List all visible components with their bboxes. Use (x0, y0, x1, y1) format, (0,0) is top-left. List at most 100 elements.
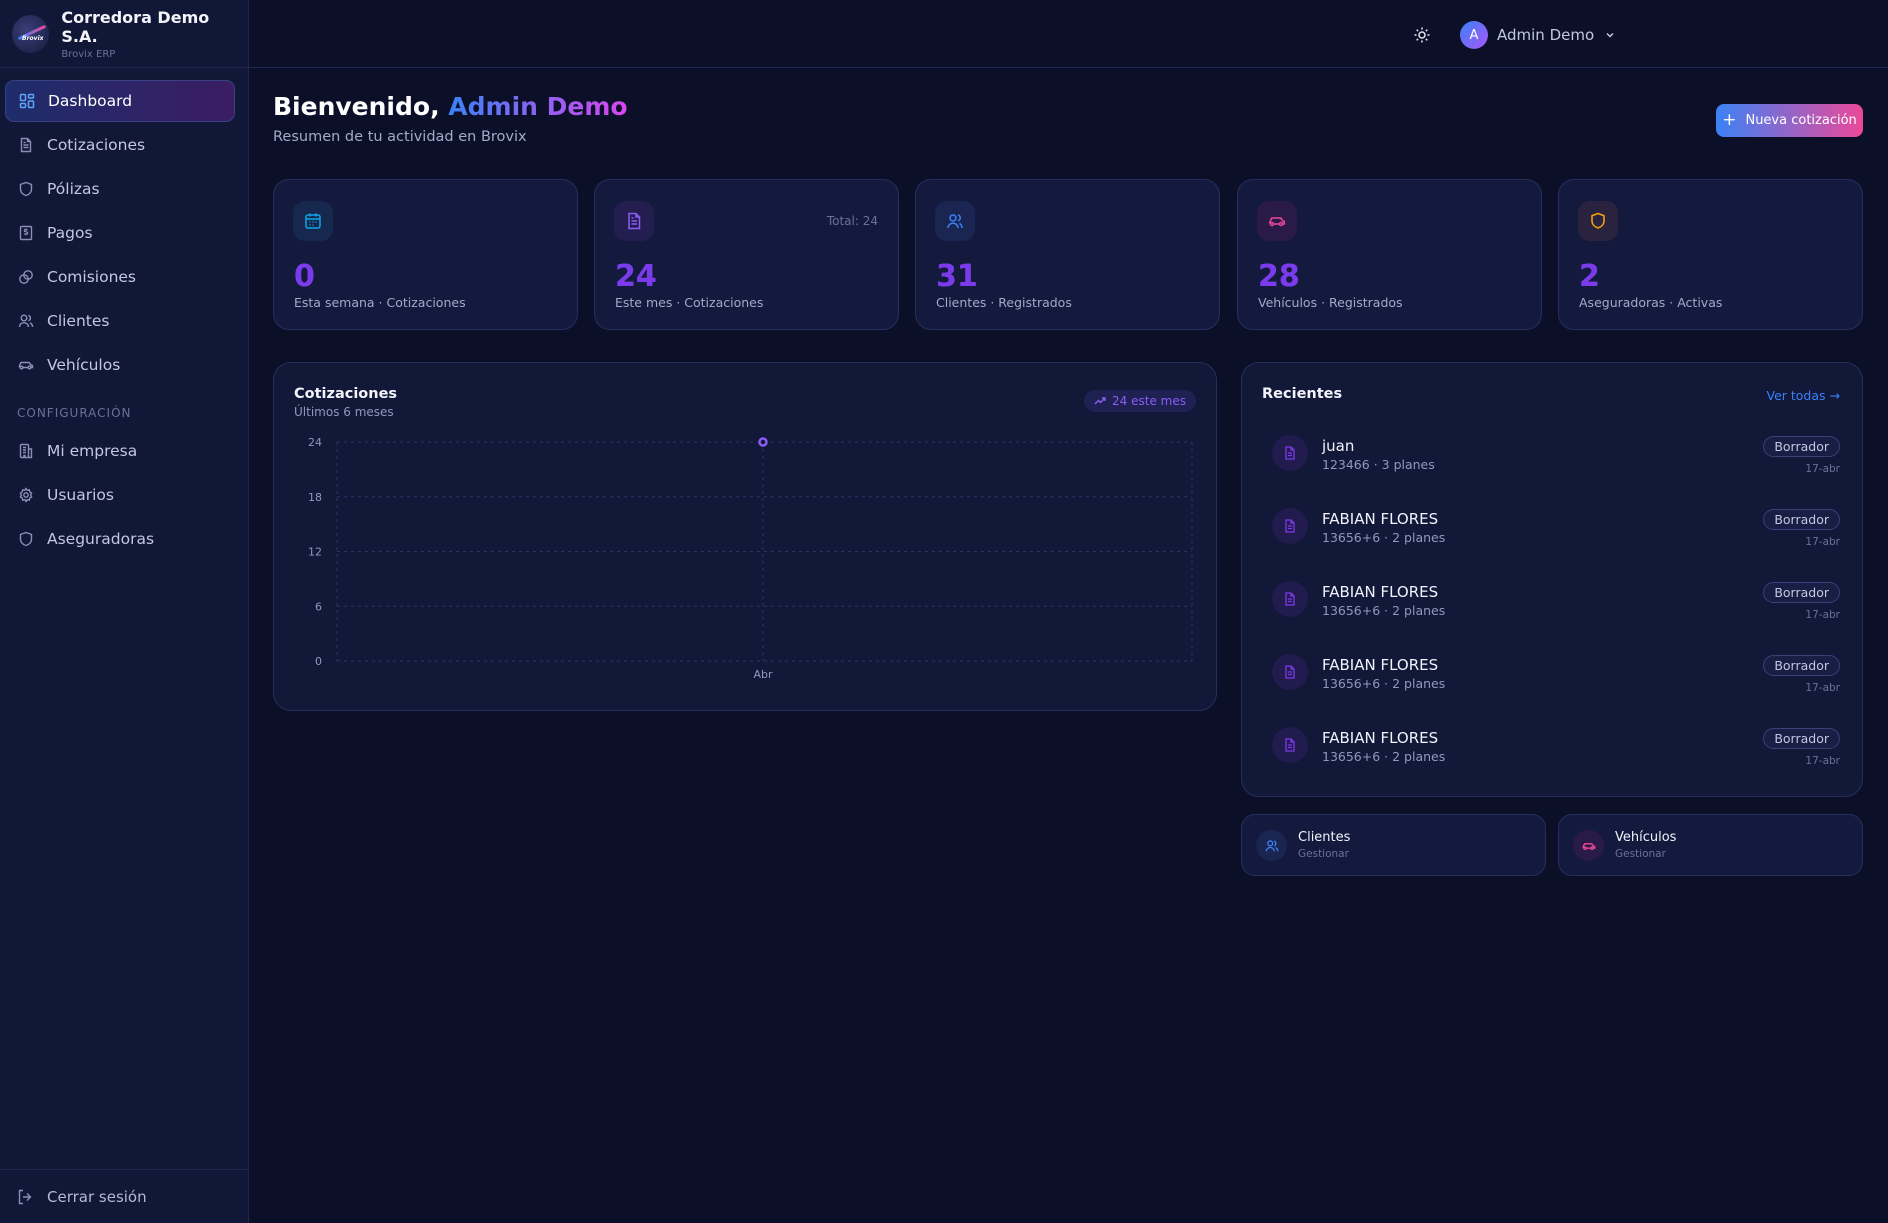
shield-icon (17, 180, 35, 198)
trend-badge: 24 este mes (1084, 390, 1196, 412)
building-icon (17, 442, 35, 460)
sidebar-item-label: Comisiones (47, 268, 137, 286)
users-icon (17, 312, 35, 330)
stat-value: 28 (1258, 259, 1300, 294)
sidebar-item-pagos[interactable]: Pagos (5, 212, 235, 254)
recent-date: 17-abr (1805, 463, 1840, 475)
brand[interactable]: Brovix Corredora Demo S.A. Brovix ERP (0, 0, 248, 68)
recent-name: FABIAN FLORES (1322, 583, 1439, 601)
new-quote-label: Nueva cotización (1745, 113, 1857, 128)
quick-link-clientes[interactable]: Clientes Gestionar (1241, 814, 1546, 876)
sidebar-item-dashboard[interactable]: Dashboard (5, 80, 235, 122)
y-tick-label: 12 (308, 546, 322, 559)
shield-icon (17, 530, 35, 548)
data-point (758, 437, 768, 447)
recent-meta: 13656+6 · 2 planes (1322, 530, 1446, 545)
logout-label: Cerrar sesión (47, 1187, 147, 1206)
theme-toggle-sun-icon[interactable] (1413, 26, 1431, 44)
sidebar-item-label: Mi empresa (47, 442, 138, 460)
car-icon (17, 356, 35, 374)
sidebar-item-aseguradoras[interactable]: Aseguradoras (5, 518, 235, 560)
status-badge: Borrador (1763, 582, 1840, 603)
avatar: A (1460, 21, 1488, 49)
document-icon (1272, 654, 1308, 690)
stat-label: Aseguradoras · Activas (1579, 295, 1723, 310)
x-tick-label: Abr (753, 668, 773, 681)
stat-label: Esta semana · Cotizaciones (294, 295, 466, 310)
list-item[interactable]: FABIAN FLORES 13656+6 · 2 planes Borrado… (1272, 725, 1840, 785)
sidebar-section-config: CONFIGURACIÓN (17, 406, 132, 420)
greeting-user: Admin Demo (448, 92, 628, 121)
quick-link-vehiculos[interactable]: Vehículos Gestionar (1558, 814, 1863, 876)
car-icon (1257, 201, 1297, 241)
quick-link-title: Vehículos (1615, 830, 1677, 845)
recent-date: 17-abr (1805, 755, 1840, 767)
chart-subtitle: Últimos 6 meses (294, 405, 394, 419)
users-icon (1256, 830, 1287, 861)
sidebar-item-cotizaciones[interactable]: Cotizaciones (5, 124, 235, 166)
stat-value: 24 (615, 259, 657, 294)
list-item[interactable]: FABIAN FLORES 13656+6 · 2 planes Borrado… (1272, 579, 1840, 639)
sidebar-item-mi-empresa[interactable]: Mi empresa (5, 430, 235, 472)
stat-card-month[interactable]: Total: 24 24 Este mes · Cotizaciones (594, 179, 899, 330)
sidebar-item-label: Pólizas (47, 180, 100, 198)
recent-meta: 123466 · 3 planes (1322, 457, 1435, 472)
calendar-icon (293, 201, 333, 241)
list-item[interactable]: FABIAN FLORES 13656+6 · 2 planes Borrado… (1272, 506, 1840, 566)
brand-logo: Brovix (12, 14, 50, 53)
sidebar-item-clientes[interactable]: Clientes (5, 300, 235, 342)
chevron-down-icon (1604, 29, 1616, 41)
quotes-chart-panel: Cotizaciones Últimos 6 meses 24 este mes… (273, 362, 1217, 711)
y-tick-label: 0 (315, 655, 322, 668)
car-icon (1573, 830, 1604, 861)
document-icon (1272, 727, 1308, 763)
sidebar-item-polizas[interactable]: Pólizas (5, 168, 235, 210)
trending-up-icon (1094, 395, 1106, 407)
coins-icon (17, 268, 35, 286)
sidebar-item-label: Clientes (47, 312, 110, 330)
recent-name: FABIAN FLORES (1322, 510, 1439, 528)
sidebar-item-label: Cotizaciones (47, 136, 146, 154)
stat-value: 31 (936, 259, 978, 294)
page-title: Bienvenido, Admin Demo (273, 92, 628, 121)
document-icon (1272, 435, 1308, 471)
stat-card-vehicles[interactable]: 28 Vehículos · Registrados (1237, 179, 1542, 330)
sidebar-item-label: Dashboard (48, 92, 133, 110)
greeting-text: Bienvenido, (273, 92, 440, 121)
user-name: Admin Demo (1497, 26, 1595, 44)
recent-meta: 13656+6 · 2 planes (1322, 749, 1446, 764)
status-badge: Borrador (1763, 728, 1840, 749)
stat-label: Vehículos · Registrados (1258, 295, 1403, 310)
recent-meta: 13656+6 · 2 planes (1322, 603, 1446, 618)
document-icon (1272, 581, 1308, 617)
stat-card-clients[interactable]: 31 Clientes · Registrados (915, 179, 1220, 330)
arrow-right-icon: → (1829, 388, 1840, 403)
sidebar-item-vehiculos[interactable]: Vehículos (5, 344, 235, 386)
quick-link-sub: Gestionar (1298, 848, 1349, 860)
stat-value: 2 (1579, 259, 1600, 294)
status-badge: Borrador (1763, 436, 1840, 457)
recent-name: juan (1322, 437, 1355, 455)
stat-label: Este mes · Cotizaciones (615, 295, 764, 310)
document-icon (17, 136, 35, 154)
stat-value: 0 (294, 259, 315, 294)
logout-button[interactable]: Cerrar sesión (0, 1169, 249, 1223)
sidebar-item-comisiones[interactable]: Comisiones (5, 256, 235, 298)
quotes-line-chart: 24 18 12 6 0 Abr (308, 436, 1193, 681)
list-item[interactable]: FABIAN FLORES 13656+6 · 2 planes Borrado… (1272, 652, 1840, 712)
sidebar-item-usuarios[interactable]: Usuarios (5, 474, 235, 516)
chart-title: Cotizaciones (294, 386, 398, 402)
page-subtitle: Resumen de tu actividad en Brovix (273, 129, 527, 145)
stat-total: Total: 24 (826, 214, 878, 228)
y-tick-label: 6 (315, 600, 322, 613)
view-all-link[interactable]: Ver todas → (1766, 388, 1840, 403)
new-quote-button[interactable]: + Nueva cotización (1716, 104, 1863, 137)
stat-card-insurers[interactable]: 2 Aseguradoras · Activas (1558, 179, 1863, 330)
recent-name: FABIAN FLORES (1322, 729, 1439, 747)
list-item[interactable]: juan 123466 · 3 planes Borrador 17-abr (1272, 433, 1840, 493)
stat-card-week[interactable]: 0 Esta semana · Cotizaciones (273, 179, 578, 330)
users-icon (935, 201, 975, 241)
shield-icon (1578, 201, 1618, 241)
logout-icon (17, 1188, 35, 1206)
user-menu[interactable]: A Admin Demo (1460, 21, 1616, 49)
